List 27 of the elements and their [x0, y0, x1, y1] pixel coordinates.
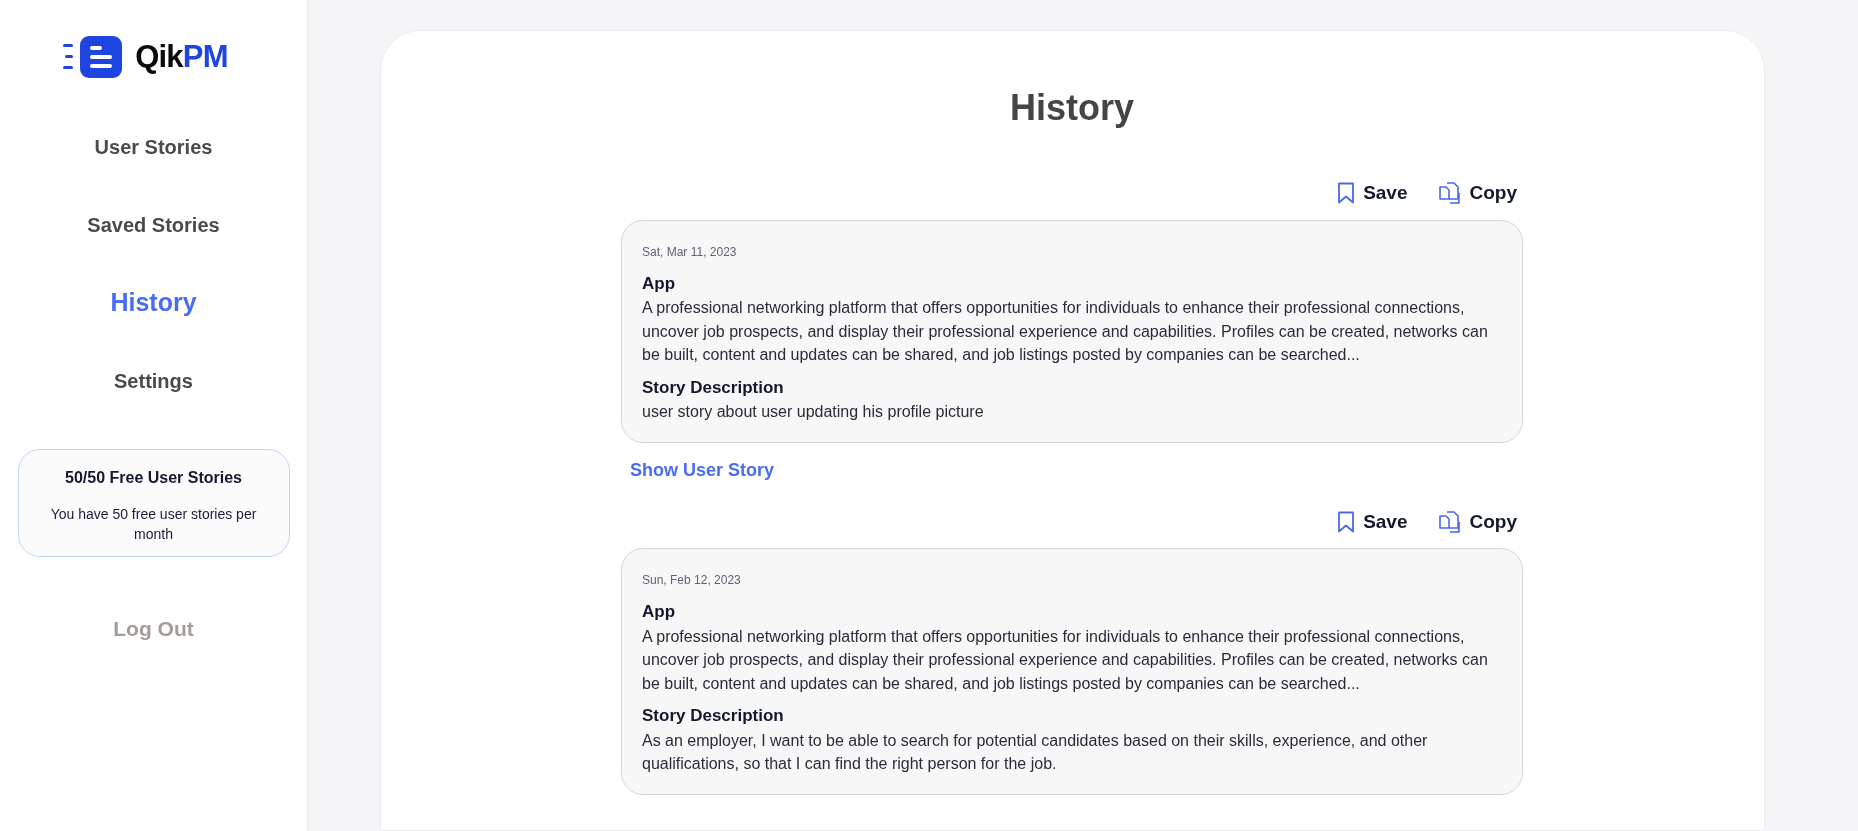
story-label: Story Description [642, 705, 785, 727]
nav-link[interactable]: User Stories [94, 128, 213, 165]
save-button[interactable]: Save [1337, 507, 1408, 536]
entry-date: Sun, Feb 12, 2023 [642, 572, 742, 589]
entry-date: Sat, Mar 11, 2023 [642, 243, 738, 261]
story-description: As an employer, I want to be able to search for potential candidates based on their skills, experience, and other qualifications, so that I can find the right person for the job. [642, 730, 1429, 774]
show-user-story-link[interactable]: Show User Story [630, 456, 775, 484]
story-description: user story about user updating his profile picture [642, 402, 985, 422]
page-title: History [1010, 86, 1134, 130]
copy-icon [1437, 509, 1462, 534]
copy-icon [1437, 181, 1462, 206]
copy-button[interactable]: Copy [1437, 179, 1517, 208]
save-button[interactable]: Save [1337, 179, 1408, 208]
nav-link[interactable]: Settings [114, 362, 193, 399]
app-label: App [642, 272, 677, 295]
copy-button[interactable]: Copy [1437, 507, 1517, 536]
app-description: A professional networking platform that offers opportunities for individuals to enhance their professional connections, uncover job prospects, and display their professional experience and capabilities. Profiles can be created, networks can be built, content and updates can be shared, and job listings posted by companies can be searched... [642, 298, 1489, 365]
bookmark-icon [1337, 182, 1356, 205]
app-label: App [642, 601, 677, 623]
app-description: A professional networking platform that offers opportunities for individuals to enhance their professional connections, uncover job prospects, and display their professional experience and capabilities. Profiles can be created, networks can be built, content and updates can be shared, and job listings posted by companies can be searched... [642, 626, 1489, 694]
story-label: Story Description [642, 376, 785, 399]
logo-text: QikPM [135, 38, 228, 76]
nav-link[interactable]: Saved Stories [87, 206, 220, 243]
quota-text: You have 50 free user stories per month [49, 504, 258, 544]
bookmark-icon [1337, 510, 1356, 533]
quota-title: 50/50 Free User Stories [65, 467, 242, 488]
nav-link[interactable]: History [110, 284, 197, 321]
